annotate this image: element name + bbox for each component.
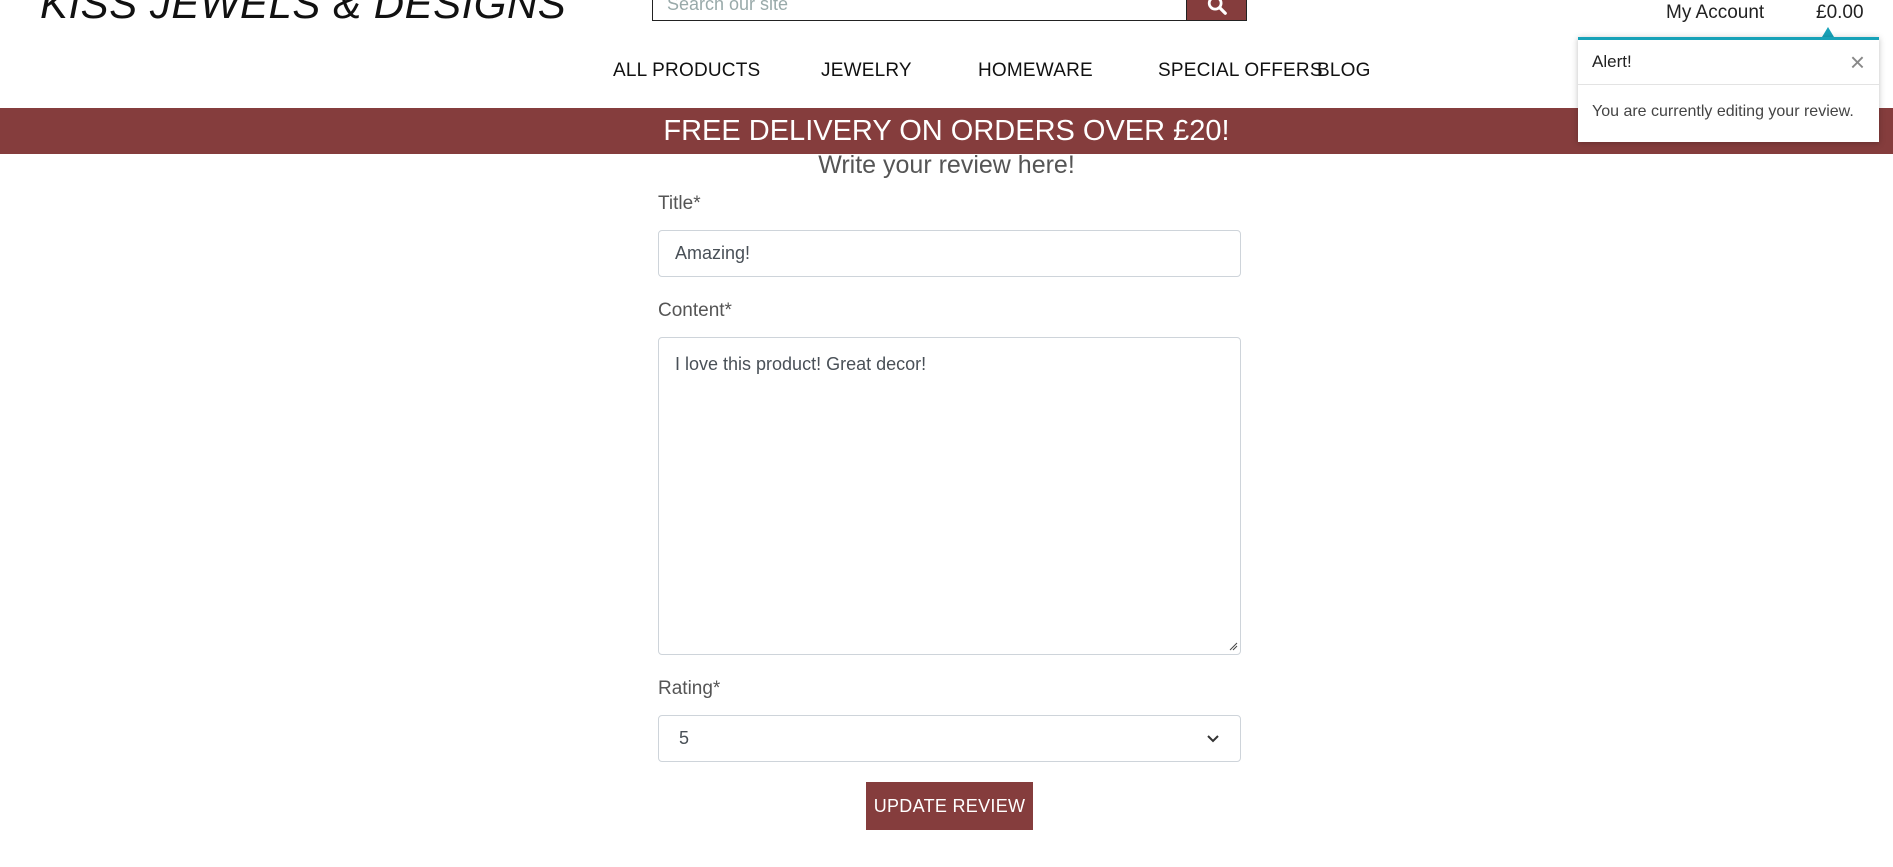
nav-homeware[interactable]: HOMEWARE [978, 60, 1093, 82]
nav-all-products[interactable]: ALL PRODUCTS [613, 60, 760, 82]
close-icon[interactable]: × [1850, 49, 1865, 75]
form-heading: Write your review here! [818, 151, 1075, 179]
nav-jewelry[interactable]: JEWELRY [821, 60, 912, 82]
rating-select[interactable]: 5 [658, 715, 1241, 762]
nav-special-offers[interactable]: SPECIAL OFFERS [1158, 60, 1323, 82]
title-input[interactable] [658, 230, 1241, 277]
cart-total[interactable]: £0.00 [1816, 2, 1864, 24]
alert-toast: Alert! × You are currently editing your … [1578, 37, 1879, 142]
title-label: Title* [658, 193, 701, 214]
rating-selected-value: 5 [679, 728, 690, 748]
nav-blog[interactable]: BLOG [1317, 60, 1371, 82]
search-icon [1207, 0, 1227, 15]
content-label: Content* [658, 300, 732, 321]
resize-handle-icon[interactable] [1228, 641, 1238, 651]
chevron-down-icon [1207, 734, 1219, 742]
toast-title: Alert! [1592, 52, 1632, 71]
search-button[interactable] [1186, 0, 1247, 21]
toast-header: Alert! × [1578, 40, 1879, 85]
toast-arrow [1822, 27, 1834, 37]
my-account-link[interactable]: My Account [1666, 2, 1764, 24]
search-bar [652, 0, 1247, 21]
toast-message: You are currently editing your review. [1592, 103, 1854, 120]
content-textarea[interactable]: I love this product! Great decor! [658, 337, 1241, 655]
update-review-button[interactable]: UPDATE REVIEW [866, 782, 1033, 830]
banner-text: FREE DELIVERY ON ORDERS OVER £20! [663, 114, 1230, 147]
site-logo[interactable]: KISS JEWELS & DESIGNS [40, 0, 566, 28]
search-input[interactable] [652, 0, 1186, 21]
rating-label: Rating* [658, 678, 721, 699]
